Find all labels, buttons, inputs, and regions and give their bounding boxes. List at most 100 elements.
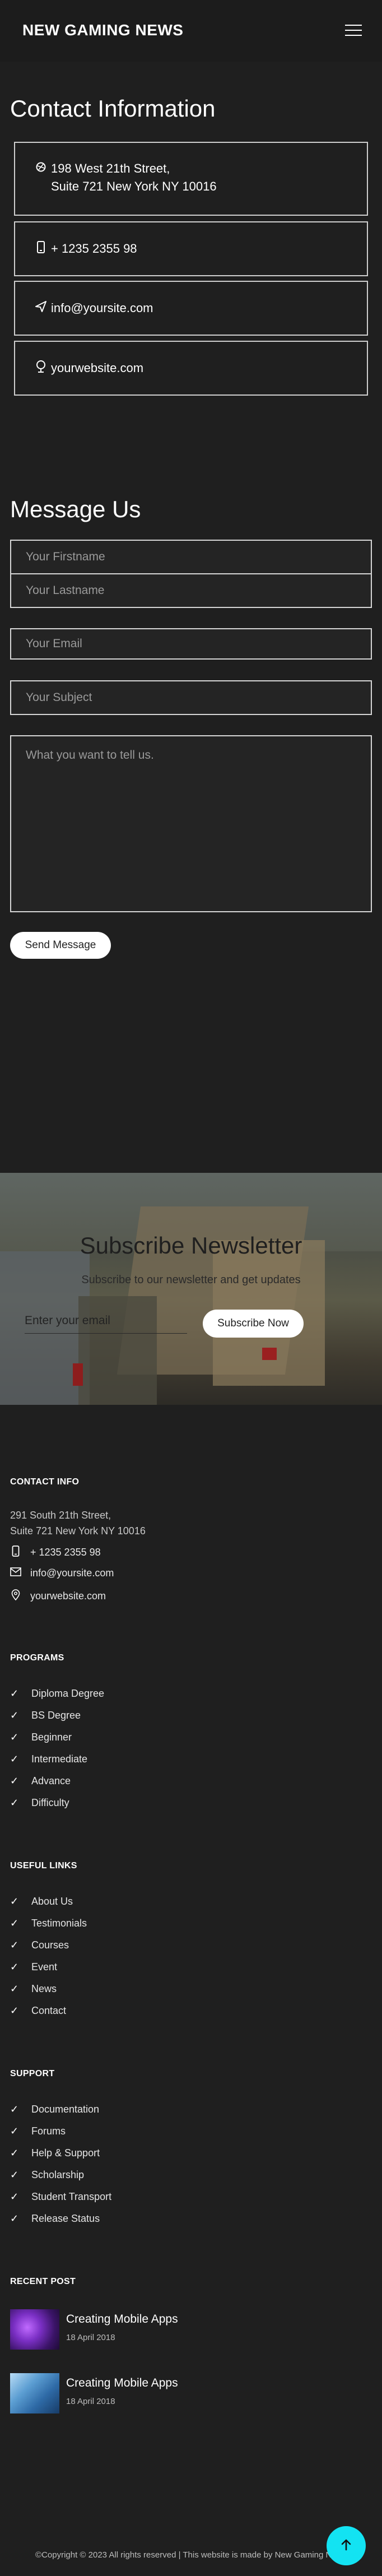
footer-contact-heading: CONTACT INFO: [10, 1477, 80, 1487]
check-icon: ✓: [10, 1732, 19, 1743]
location-icon: [10, 1589, 21, 1603]
useful-link-label: Event: [31, 1961, 58, 1972]
phone-icon: [10, 1545, 21, 1559]
program-label: Advance: [31, 1775, 71, 1786]
send-icon: [34, 300, 48, 316]
program-item[interactable]: ✓ Beginner: [10, 1732, 72, 1743]
check-icon: ✓: [10, 2213, 19, 2224]
footer-address: 291 South 21th Street, Suite 721 New Yor…: [10, 1507, 146, 1539]
useful-link-item[interactable]: ✓ News: [10, 1983, 57, 1995]
post-title[interactable]: Creating Mobile Apps: [66, 2377, 178, 2390]
post-date: 18 April 2018: [66, 2397, 115, 2406]
support-item[interactable]: ✓ Release Status: [10, 2213, 100, 2225]
useful-link-item[interactable]: ✓ Testimonials: [10, 1918, 87, 1929]
subject-field[interactable]: Your Subject: [10, 680, 372, 715]
footer-website-row: yourwebsite.com: [10, 1589, 106, 1603]
support-label: Scholarship: [31, 2169, 85, 2180]
useful-link-label: About Us: [31, 1896, 73, 1907]
back-to-top-button[interactable]: [327, 2526, 366, 2565]
footer-programs-heading: PROGRAMS: [10, 1653, 64, 1663]
post-thumbnail[interactable]: [10, 2309, 59, 2350]
support-label: Help & Support: [31, 2147, 100, 2159]
check-icon: ✓: [10, 1797, 19, 1808]
program-item[interactable]: ✓ Intermediate: [10, 1753, 87, 1765]
check-icon: ✓: [10, 2005, 19, 2016]
support-item[interactable]: ✓ Scholarship: [10, 2169, 84, 2181]
message-textarea[interactable]: What you want to tell us.: [10, 735, 372, 912]
footer-website-link[interactable]: yourwebsite.com: [30, 1590, 106, 1602]
background-flag: [262, 1348, 277, 1360]
check-icon: ✓: [10, 1896, 19, 1907]
check-icon: ✓: [10, 2169, 19, 2180]
useful-link-item[interactable]: ✓ Contact: [10, 2005, 66, 2017]
message-us-title: Message Us: [10, 496, 141, 522]
address-line1: 198 West 21th Street,: [51, 161, 170, 175]
check-icon: ✓: [10, 1710, 19, 1721]
newsletter-subtitle: Subscribe to our newsletter and get upda…: [81, 1274, 301, 1286]
background-flag: [73, 1363, 83, 1386]
check-icon: ✓: [10, 2104, 19, 2115]
newsletter-title: Subscribe Newsletter: [80, 1232, 302, 1259]
contact-info-title: Contact Information: [10, 95, 216, 122]
check-icon: ✓: [10, 1775, 19, 1786]
footer-phone-row: + 1235 2355 98: [10, 1545, 101, 1559]
useful-link-item[interactable]: ✓ Courses: [10, 1939, 69, 1951]
phone-icon: [34, 241, 48, 257]
footer-support-heading: SUPPORT: [10, 2069, 55, 2078]
lastname-field[interactable]: Your Lastname: [10, 573, 372, 608]
brand-logo[interactable]: NEW GAMING NEWS: [22, 21, 184, 39]
email-field[interactable]: Your Email: [10, 628, 372, 660]
useful-link-item[interactable]: ✓ About Us: [10, 1896, 73, 1907]
footer-email-link[interactable]: info@yoursite.com: [30, 1567, 114, 1579]
mail-icon: [10, 1567, 21, 1579]
support-label: Student Transport: [31, 2191, 112, 2202]
check-icon: ✓: [10, 1753, 19, 1765]
support-label: Forums: [31, 2125, 66, 2137]
website-link[interactable]: yourwebsite.com: [51, 361, 143, 375]
check-icon: ✓: [10, 1961, 19, 1972]
program-item[interactable]: ✓ Difficulty: [10, 1797, 69, 1809]
address-card: 198 West 21th Street, Suite 721 New York…: [14, 142, 368, 216]
post-thumbnail[interactable]: [10, 2373, 59, 2413]
check-icon: ✓: [10, 2191, 19, 2202]
useful-link-label: News: [31, 1983, 57, 1994]
support-item[interactable]: ✓ Student Transport: [10, 2191, 111, 2203]
newsletter-email-input[interactable]: Enter your email: [25, 1314, 110, 1328]
phone-card: + 1235 2355 98: [14, 221, 368, 276]
send-message-button[interactable]: Send Message: [10, 932, 111, 959]
program-item[interactable]: ✓ BS Degree: [10, 1710, 81, 1721]
support-item[interactable]: ✓ Help & Support: [10, 2147, 100, 2159]
program-label: BS Degree: [31, 1710, 81, 1721]
copyright-text: ©Copyright © 2023 All rights reserved | …: [35, 2550, 347, 2560]
email-link[interactable]: info@yoursite.com: [51, 301, 153, 315]
footer-phone-link[interactable]: + 1235 2355 98: [30, 1547, 101, 1558]
program-label: Difficulty: [31, 1797, 69, 1808]
recent-post-item[interactable]: Creating Mobile Apps 18 April 2018: [10, 2373, 369, 2415]
check-icon: ✓: [10, 2125, 19, 2137]
phone-link[interactable]: + 1235 2355 98: [51, 242, 137, 256]
firstname-field[interactable]: Your Firstname: [10, 540, 372, 574]
program-label: Diploma Degree: [31, 1688, 105, 1699]
program-label: Intermediate: [31, 1753, 88, 1765]
useful-link-item[interactable]: ✓ Event: [10, 1961, 57, 1973]
email-card: info@yoursite.com: [14, 281, 368, 336]
menu-icon[interactable]: [345, 25, 362, 36]
program-item[interactable]: ✓ Diploma Degree: [10, 1688, 104, 1700]
map-icon: [34, 160, 48, 178]
post-title[interactable]: Creating Mobile Apps: [66, 2313, 178, 2326]
footer-useful-links-heading: USEFUL LINKS: [10, 1861, 77, 1870]
recent-post-item[interactable]: Creating Mobile Apps 18 April 2018: [10, 2309, 369, 2351]
support-item[interactable]: ✓ Forums: [10, 2125, 66, 2137]
check-icon: ✓: [10, 2147, 19, 2159]
website-card: yourwebsite.com: [14, 341, 368, 396]
support-label: Documentation: [31, 2104, 100, 2115]
address-line2: Suite 721 New York NY 10016: [51, 179, 217, 193]
footer-email-row: info@yoursite.com: [10, 1567, 114, 1579]
subscribe-button[interactable]: Subscribe Now: [203, 1310, 304, 1338]
program-label: Beginner: [31, 1732, 72, 1743]
check-icon: ✓: [10, 1918, 19, 1929]
support-item[interactable]: ✓ Documentation: [10, 2104, 99, 2115]
post-date: 18 April 2018: [66, 2333, 115, 2342]
program-item[interactable]: ✓ Advance: [10, 1775, 71, 1787]
useful-link-label: Testimonials: [31, 1918, 87, 1929]
